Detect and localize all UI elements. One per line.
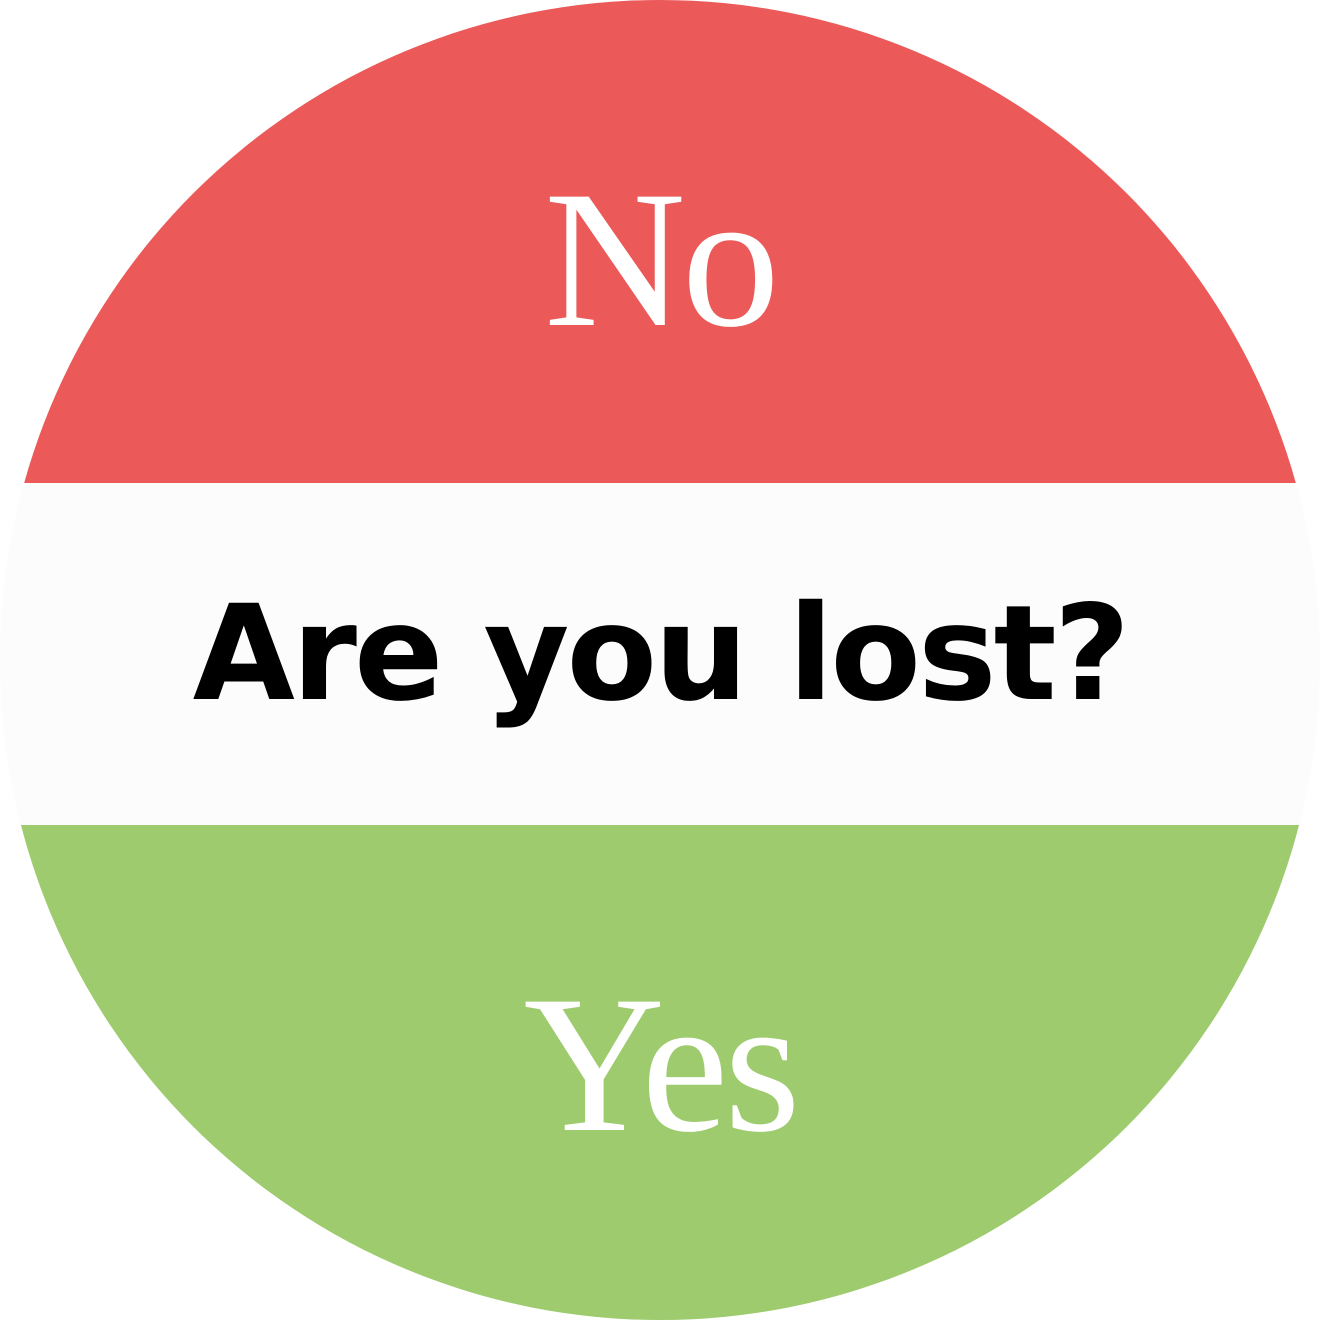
question-banner: Are you lost?: [0, 483, 1320, 825]
question-text: Are you lost?: [192, 577, 1131, 731]
yes-option-label: Yes: [523, 956, 800, 1173]
no-option-label: No: [544, 151, 780, 368]
choice-circle: Are you lost? No Yes: [0, 0, 1320, 1320]
